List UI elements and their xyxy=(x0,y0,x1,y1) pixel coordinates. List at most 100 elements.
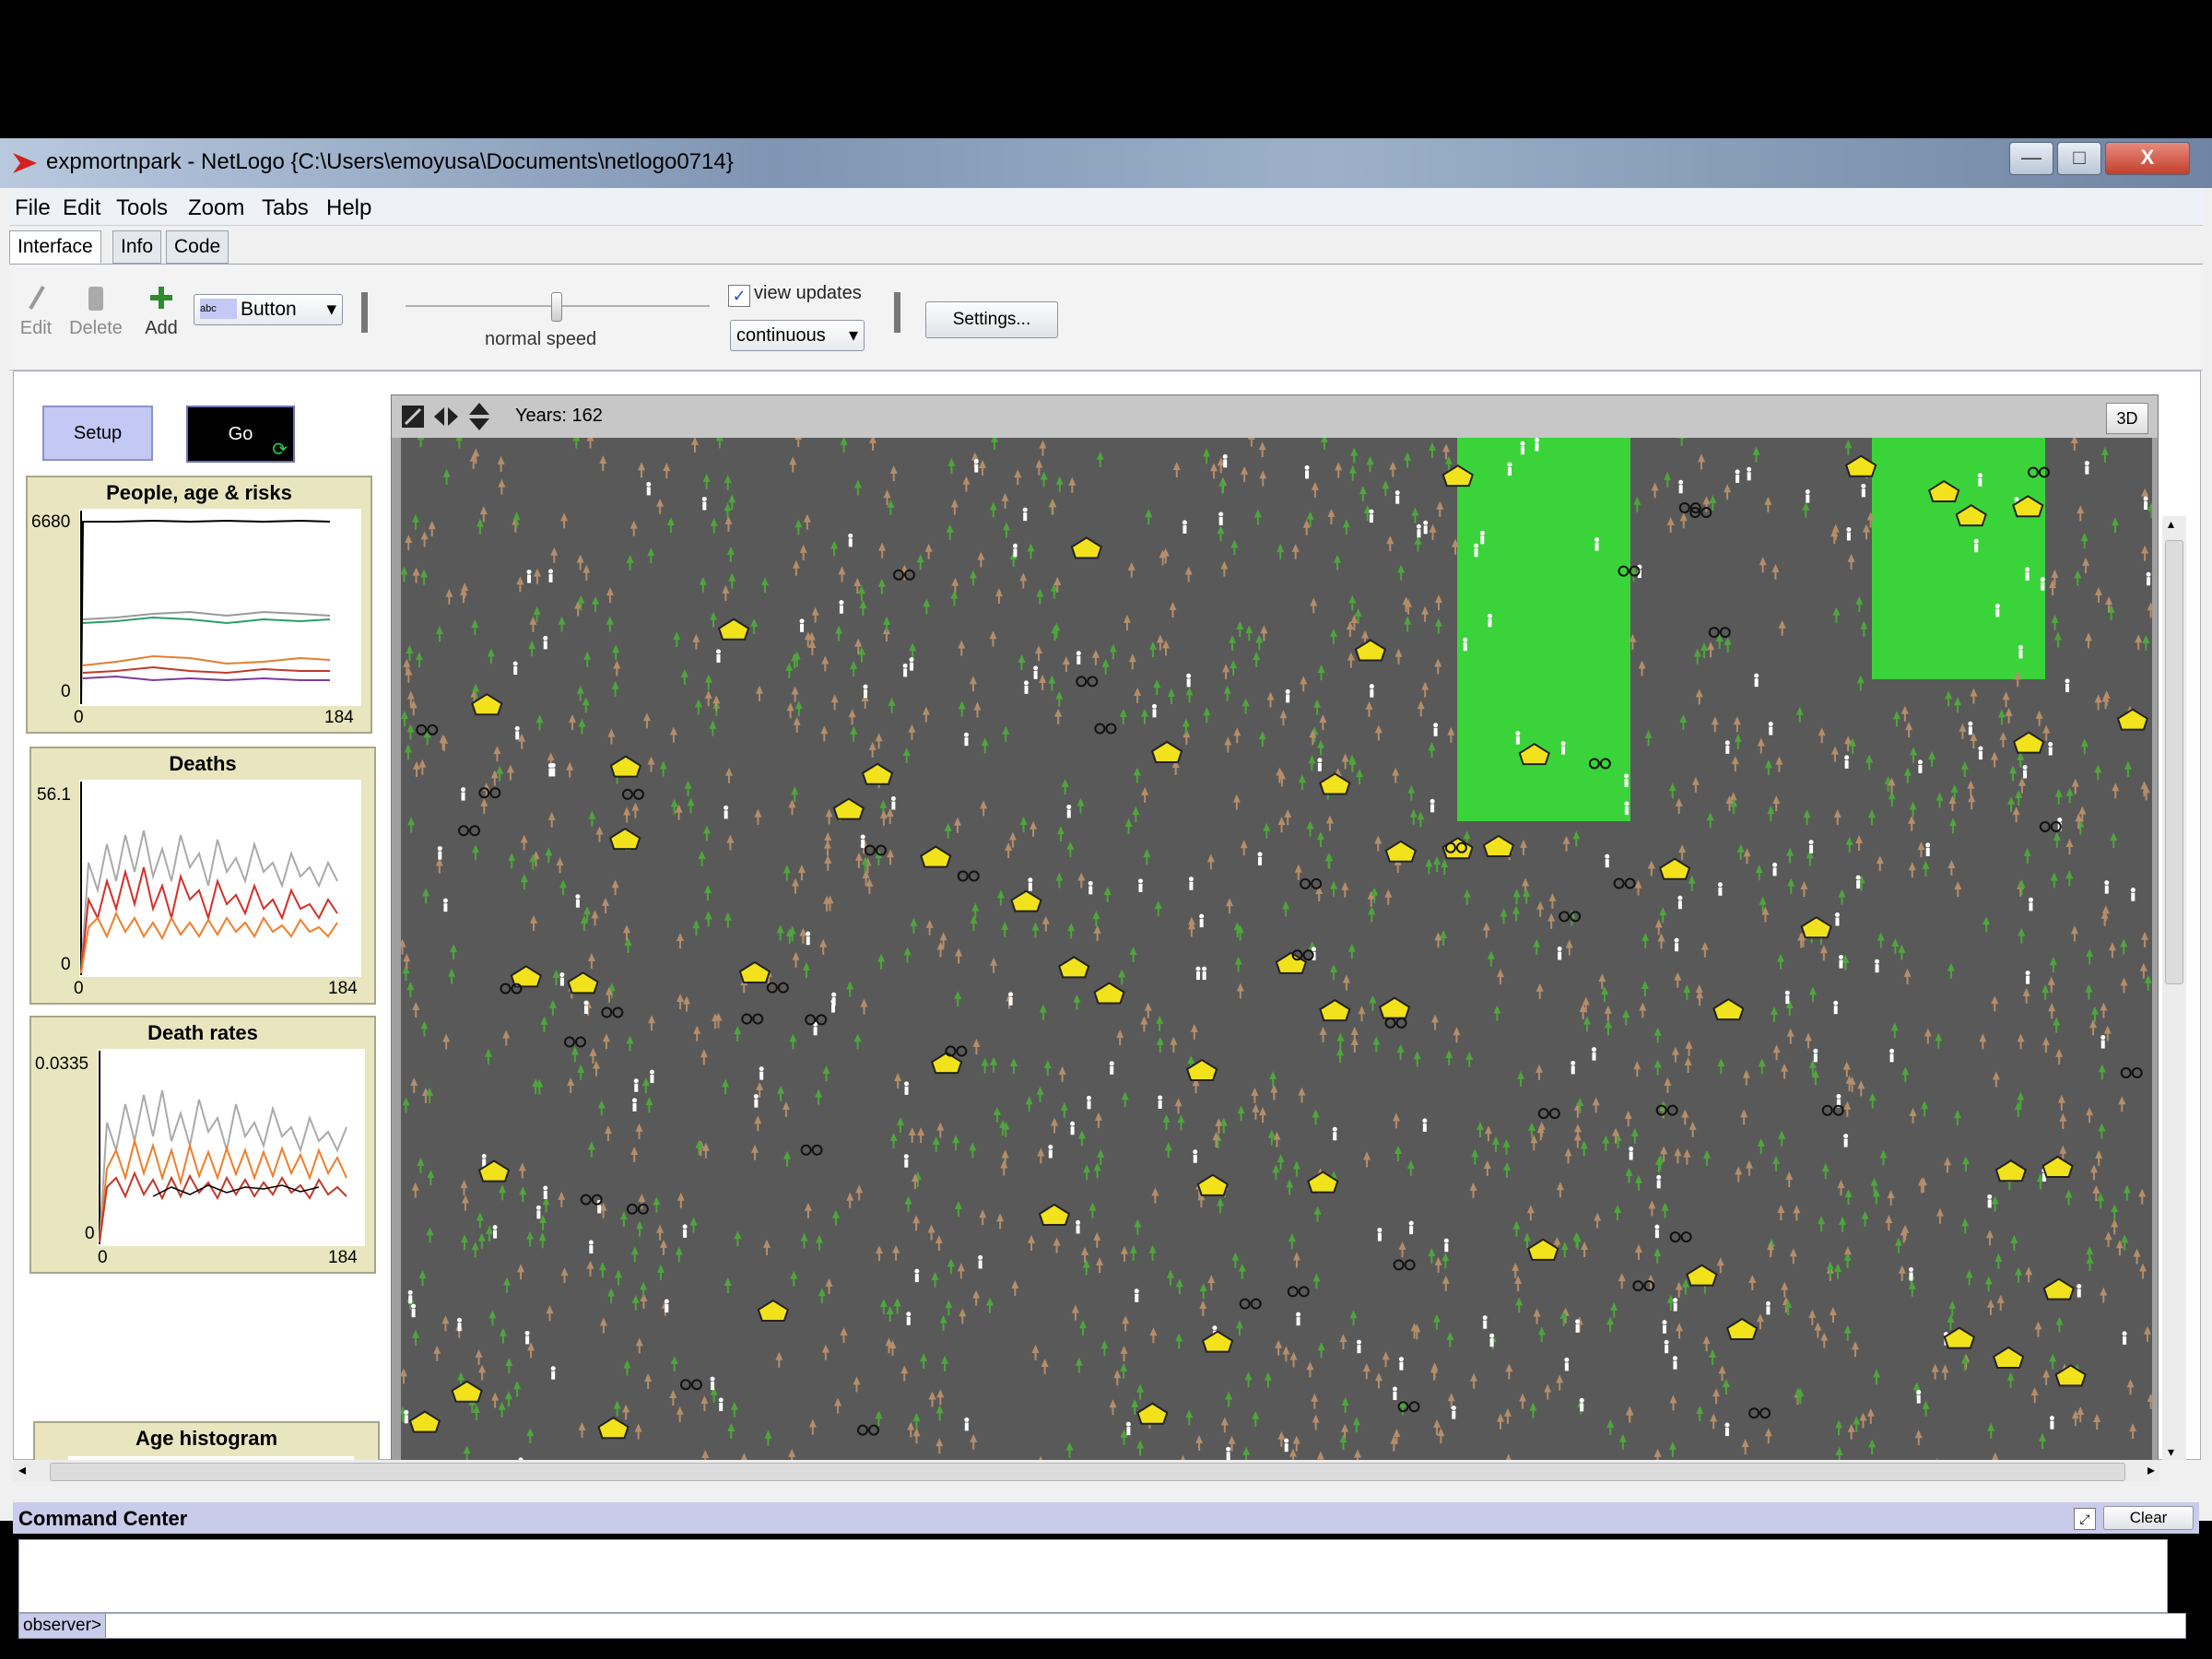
person-agent xyxy=(1357,1345,1361,1354)
person-agent xyxy=(702,501,707,511)
close-button[interactable]: X xyxy=(2105,142,2190,175)
window-title: expmortnpark - NetLogo {C:\Users\emoyusa… xyxy=(46,149,734,174)
tab-interface[interactable]: Interface xyxy=(9,230,101,264)
scroll-up-icon[interactable]: ▴ xyxy=(2168,516,2174,532)
person-agent xyxy=(461,787,466,793)
forever-icon: ⟳ xyxy=(272,440,288,460)
person-agent xyxy=(1889,1048,1895,1053)
menu-tools[interactable]: Tools xyxy=(116,195,168,221)
expand-icon[interactable]: ⤢ xyxy=(2074,1508,2096,1530)
person-agent xyxy=(527,574,532,583)
person-agent xyxy=(2104,880,2110,886)
person-agent xyxy=(1889,1053,1894,1063)
widget-type-select[interactable]: abc Button ▾ xyxy=(194,294,343,325)
person-agent xyxy=(1356,1339,1361,1345)
plot-ymin: 0 xyxy=(61,955,71,974)
menu-bar: File Edit Tools Zoom Tabs Help xyxy=(9,188,2203,226)
vertical-scrollbar[interactable]: ▴ ▾ xyxy=(2162,516,2186,1460)
tab-code[interactable]: Code xyxy=(166,230,229,264)
up-down-arrows-icon[interactable] xyxy=(465,401,493,432)
person-agent xyxy=(664,1299,669,1304)
person-agent xyxy=(800,623,805,632)
person-agent xyxy=(1673,1298,1678,1303)
world-canvas[interactable] xyxy=(401,438,2152,1466)
observer-prompt[interactable]: observer> xyxy=(19,1614,107,1638)
maximize-button[interactable]: □ xyxy=(2057,142,2101,175)
add-tool[interactable]: Add xyxy=(138,283,184,339)
person-agent xyxy=(1489,1333,1495,1338)
scrollbar-thumb[interactable] xyxy=(50,1463,2125,1481)
person-agent xyxy=(1974,544,1979,553)
person-agent xyxy=(1916,1394,1921,1404)
update-mode-select[interactable]: continuous ▾ xyxy=(730,320,865,351)
speed-slider[interactable] xyxy=(406,292,710,322)
settings-button[interactable]: Settings... xyxy=(925,301,1058,338)
menu-edit[interactable]: Edit xyxy=(63,195,100,221)
left-right-arrows-icon[interactable] xyxy=(432,405,460,429)
command-input[interactable]: observer> xyxy=(18,1613,2186,1639)
person-agent xyxy=(1909,1267,1914,1273)
person-agent xyxy=(914,1268,920,1274)
person-agent xyxy=(1571,1065,1575,1075)
person-agent xyxy=(1987,1194,1993,1199)
person-agent xyxy=(481,1153,487,1159)
person-agent xyxy=(1772,862,1778,867)
person-agent xyxy=(512,661,518,666)
person-agent xyxy=(543,641,547,650)
scroll-down-icon[interactable]: ▾ xyxy=(2168,1444,2174,1460)
person-agent xyxy=(1422,1123,1427,1132)
menu-file[interactable]: File xyxy=(15,195,51,221)
person-agent xyxy=(1186,673,1192,678)
person-agent xyxy=(831,992,837,997)
person-agent xyxy=(548,573,553,582)
person-agent xyxy=(1580,1403,1584,1412)
edit-tool[interactable]: Edit xyxy=(13,283,59,339)
view-control-strip: Years: 162 3D xyxy=(392,395,2158,438)
command-output[interactable] xyxy=(18,1539,2168,1613)
person-agent xyxy=(1806,494,1810,503)
delete-tool[interactable]: Delete xyxy=(68,283,124,339)
person-agent xyxy=(2025,567,2030,572)
person-agent xyxy=(848,533,853,538)
interface-toolbar: Edit Delete Add abc Button ▾ normal speed… xyxy=(9,264,2203,371)
person-agent xyxy=(964,1422,969,1431)
menu-help[interactable]: Help xyxy=(326,195,371,221)
person-agent xyxy=(1008,996,1013,1006)
tab-info[interactable]: Info xyxy=(112,230,162,264)
person-agent xyxy=(1662,1324,1666,1334)
person-agent xyxy=(1995,608,2000,618)
clear-button[interactable]: Clear xyxy=(2103,1506,2194,1530)
plot-ymax: 56.1 xyxy=(37,785,71,805)
go-button[interactable]: Go ⟳ xyxy=(186,406,295,463)
person-agent xyxy=(1747,466,1752,472)
minimize-button[interactable]: — xyxy=(2009,142,2053,175)
person-agent xyxy=(1212,1325,1218,1331)
setup-button[interactable]: Setup xyxy=(42,406,153,461)
person-agent xyxy=(1665,1345,1669,1354)
3d-view-button[interactable]: 3D xyxy=(2106,403,2148,434)
speed-slider-thumb[interactable] xyxy=(551,292,562,322)
person-agent xyxy=(2100,1035,2106,1041)
menu-zoom[interactable]: Zoom xyxy=(188,195,244,221)
person-agent xyxy=(1925,842,1931,848)
person-agent xyxy=(1223,459,1228,468)
horizontal-scrollbar[interactable]: ◂ ▸ xyxy=(13,1460,2160,1482)
person-agent xyxy=(650,1075,654,1084)
view-updates-checkbox[interactable]: ✓ xyxy=(728,285,750,307)
person-agent xyxy=(2040,577,2045,582)
person-agent xyxy=(526,570,532,575)
person-agent xyxy=(543,635,548,641)
scroll-left-icon[interactable]: ◂ xyxy=(18,1460,26,1482)
command-center-title: Command Center xyxy=(18,1507,188,1530)
scrollbar-thumb[interactable] xyxy=(2165,540,2183,984)
person-agent xyxy=(1846,526,1852,532)
zoom-arrows-icon[interactable] xyxy=(401,405,425,429)
person-agent xyxy=(1024,680,1030,686)
person-agent xyxy=(1725,745,1730,754)
person-agent xyxy=(1813,1048,1818,1053)
person-agent xyxy=(724,805,729,810)
menu-tabs[interactable]: Tabs xyxy=(262,195,309,221)
person-agent xyxy=(682,1224,688,1230)
scroll-right-icon[interactable]: ▸ xyxy=(2147,1460,2155,1482)
person-agent xyxy=(1463,642,1467,652)
